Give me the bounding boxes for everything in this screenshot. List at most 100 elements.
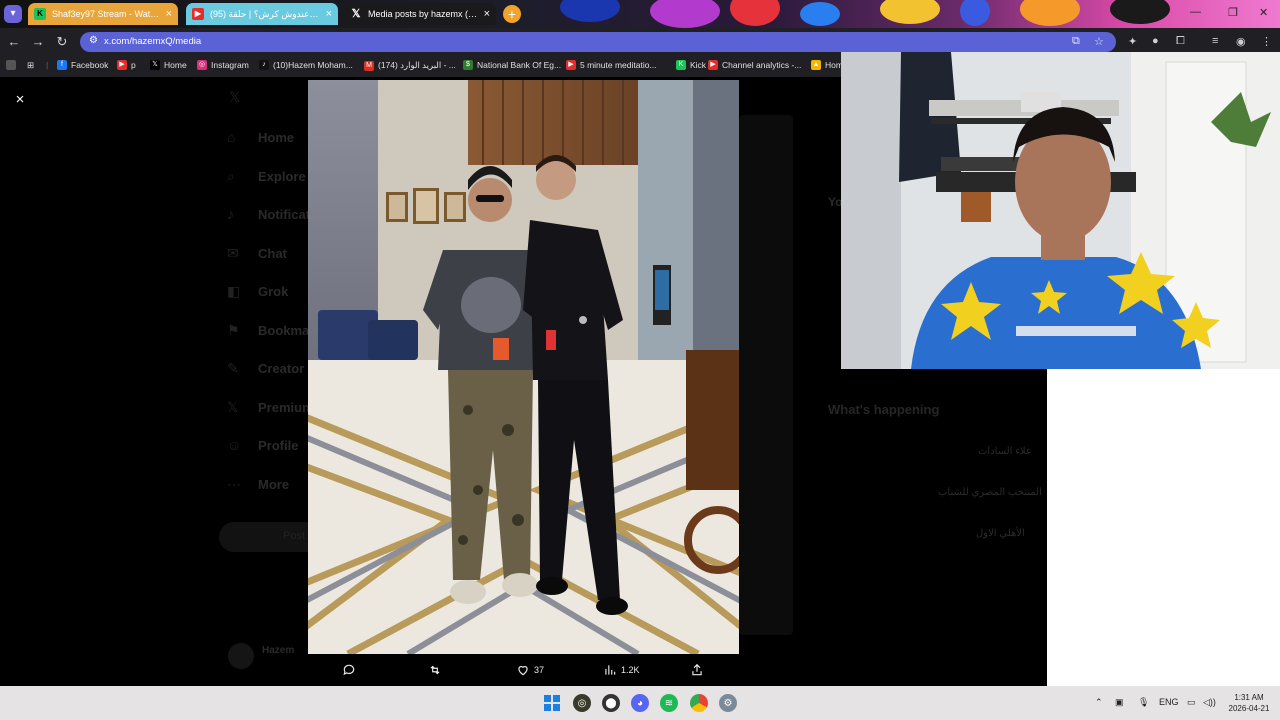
chat-icon[interactable]: ✉ xyxy=(227,245,239,262)
bookmark-label: National Bank Of Eg... xyxy=(477,60,562,70)
youtube-icon: ▶ xyxy=(566,60,576,70)
grok-icon[interactable]: ◧ xyxy=(227,283,240,300)
discord-icon[interactable]: ◕ xyxy=(631,694,649,712)
bookmark-item[interactable]: ▶ 5 minute meditatio... xyxy=(566,60,657,70)
site-info-icon[interactable]: ⚙ xyxy=(89,35,98,46)
profile-avatar-icon[interactable]: ◉ xyxy=(1236,35,1246,48)
creator-icon[interactable]: ✎ xyxy=(227,360,239,377)
extensions-puzzle-icon[interactable]: ⧠ xyxy=(1176,35,1185,48)
bookmark-item[interactable]: 𝕏 Home xyxy=(150,60,187,70)
close-icon[interactable]: × xyxy=(326,8,332,20)
bookmarks-divider: | xyxy=(46,60,49,70)
media-photo[interactable] xyxy=(308,80,739,654)
bookmark-item[interactable]: ▶ p xyxy=(117,60,136,70)
screen: ▾ K Shaf3ey97 Stream - Watch Live × ▶ (9… xyxy=(0,0,1280,720)
tab-groups-icon[interactable] xyxy=(6,60,20,70)
views-button[interactable]: 1.2K xyxy=(603,663,640,677)
sidebar-item-chat[interactable]: Chat xyxy=(258,246,287,261)
bookmark-item[interactable]: ▶ Channel analytics -... xyxy=(708,60,801,70)
youtube-icon: ▶ xyxy=(708,60,718,70)
new-tab-button[interactable]: + xyxy=(503,5,521,23)
sidebar-item-home[interactable]: Home xyxy=(258,130,294,145)
home-icon[interactable]: ⌂ xyxy=(227,129,235,145)
tab-strip: ▾ K Shaf3ey97 Stream - Watch Live × ▶ (9… xyxy=(0,0,1280,28)
youtube-icon: ▶ xyxy=(117,60,127,70)
repost-button[interactable] xyxy=(428,663,446,677)
close-icon[interactable]: × xyxy=(166,8,172,20)
more-icon[interactable]: ⋯ xyxy=(227,476,241,493)
premium-icon[interactable]: 𝕏 xyxy=(227,399,238,416)
extension-pin-icon[interactable]: ✦ xyxy=(1128,35,1137,48)
tray-app-icon[interactable]: ▣ xyxy=(1115,697,1124,708)
install-app-icon[interactable]: ⧉ xyxy=(1072,35,1080,48)
chrome-icon[interactable] xyxy=(690,694,708,712)
photo-illustration xyxy=(308,80,739,654)
trend-item[interactable]: الأهلي الاول xyxy=(976,528,1025,539)
bookmark-label: Channel analytics -... xyxy=(722,60,802,70)
sidebar-item-explore[interactable]: Explore xyxy=(258,169,306,184)
like-button[interactable]: 37 xyxy=(516,663,544,677)
app-icon[interactable]: ◎ xyxy=(573,694,591,712)
x-logo-icon[interactable]: 𝕏 xyxy=(229,89,240,106)
bookmark-star-icon[interactable]: ☆ xyxy=(1094,35,1104,48)
obs-icon[interactable]: ⬤ xyxy=(602,694,620,712)
trend-item[interactable]: علاء السادات xyxy=(978,446,1032,457)
bookmark-label: Instagram xyxy=(211,60,249,70)
media-controls-icon[interactable]: ≡ xyxy=(1212,35,1218,47)
reload-icon[interactable]: ↻ xyxy=(54,34,70,50)
bookmark-item[interactable]: f Facebook xyxy=(57,60,108,70)
sidebar-item-grok[interactable]: Grok xyxy=(258,284,288,299)
bell-icon[interactable]: ♪ xyxy=(227,206,234,222)
gmail-icon: M xyxy=(364,60,374,71)
clock-time: 1:31 AM xyxy=(1234,693,1264,702)
bookmark-item[interactable]: $ National Bank Of Eg... xyxy=(463,60,561,70)
sidebar-item-more[interactable]: More xyxy=(258,477,289,492)
language-indicator[interactable]: ENG xyxy=(1159,697,1179,707)
close-icon[interactable]: × xyxy=(484,8,490,20)
kick-icon: K xyxy=(676,60,686,70)
close-media-viewer-button[interactable]: × xyxy=(11,91,29,109)
bookmark-label: (174) البريد الوارد - ... xyxy=(378,60,456,70)
clock-date: 2026-04-21 xyxy=(1228,704,1270,713)
tab-kick-stream[interactable]: K Shaf3ey97 Stream - Watch Live × xyxy=(28,3,178,25)
windows-start-icon[interactable] xyxy=(543,694,561,712)
x-icon: 𝕏 xyxy=(150,60,160,70)
bookmark-item[interactable]: ♪ (10)Hazem Moham... xyxy=(259,60,353,70)
close-window-icon[interactable]: ✕ xyxy=(1259,6,1268,19)
bookmark-item[interactable]: ◎ Instagram xyxy=(197,60,249,70)
extension-icon[interactable]: ● xyxy=(1152,35,1159,47)
system-clock[interactable]: 1:31 AM 2026-04-21 xyxy=(1222,692,1276,714)
browser-menu-icon[interactable]: ⋮ xyxy=(1261,35,1272,48)
profile-icon[interactable]: ☺ xyxy=(227,437,241,453)
maximize-icon[interactable]: ❐ xyxy=(1228,6,1238,19)
tab-x-media[interactable]: 𝕏 Media posts by hazemx (@hazemxQ) × xyxy=(344,3,496,25)
tray-overflow-icon[interactable]: ⌃ xyxy=(1095,697,1103,708)
volume-icon[interactable]: ◁)) xyxy=(1203,697,1216,708)
reply-button[interactable] xyxy=(342,663,360,677)
sidebar-item-premium[interactable]: Premium xyxy=(258,400,314,415)
trend-item[interactable]: المنتخب المصري للشباب xyxy=(938,487,1042,498)
bookmark-item[interactable]: K Kick xyxy=(676,60,706,70)
share-button[interactable] xyxy=(690,663,708,677)
bookmark-label: Facebook xyxy=(71,60,109,70)
forward-icon[interactable]: → xyxy=(30,34,46,49)
drive-icon: ▲ xyxy=(811,60,821,70)
address-bar[interactable]: ⚙ x.com/hazemxQ/media ⧉ ☆ xyxy=(80,32,1116,52)
tab-search-button[interactable]: ▾ xyxy=(4,5,22,23)
apps-grid-icon[interactable]: ⊞ xyxy=(27,60,34,71)
settings-gear-icon[interactable]: ⚙ xyxy=(719,694,737,712)
url-text: x.com/hazemxQ/media xyxy=(104,36,202,47)
bookmark-icon[interactable]: ⚑ xyxy=(227,322,240,339)
spotify-icon[interactable]: ≋ xyxy=(660,694,678,712)
avatar[interactable] xyxy=(228,643,254,669)
back-icon[interactable]: ← xyxy=(6,34,22,49)
microphone-icon[interactable]: 🎙 xyxy=(1138,697,1149,708)
minimize-icon[interactable]: — xyxy=(1190,6,1201,18)
tab-youtube-video[interactable]: ▶ (95) مين ماعندوش كرش؟ | حلقة × xyxy=(186,3,338,25)
bookmark-item[interactable]: M (174) البريد الوارد - ... xyxy=(364,60,456,71)
tab-label: Shaf3ey97 Stream - Watch Live xyxy=(52,9,160,19)
network-icon[interactable]: ▭ xyxy=(1187,697,1196,708)
sidebar-item-profile[interactable]: Profile xyxy=(258,438,298,453)
bookmark-item[interactable]: ▲ Hom xyxy=(811,60,843,70)
search-icon[interactable]: ⌕ xyxy=(227,168,235,185)
